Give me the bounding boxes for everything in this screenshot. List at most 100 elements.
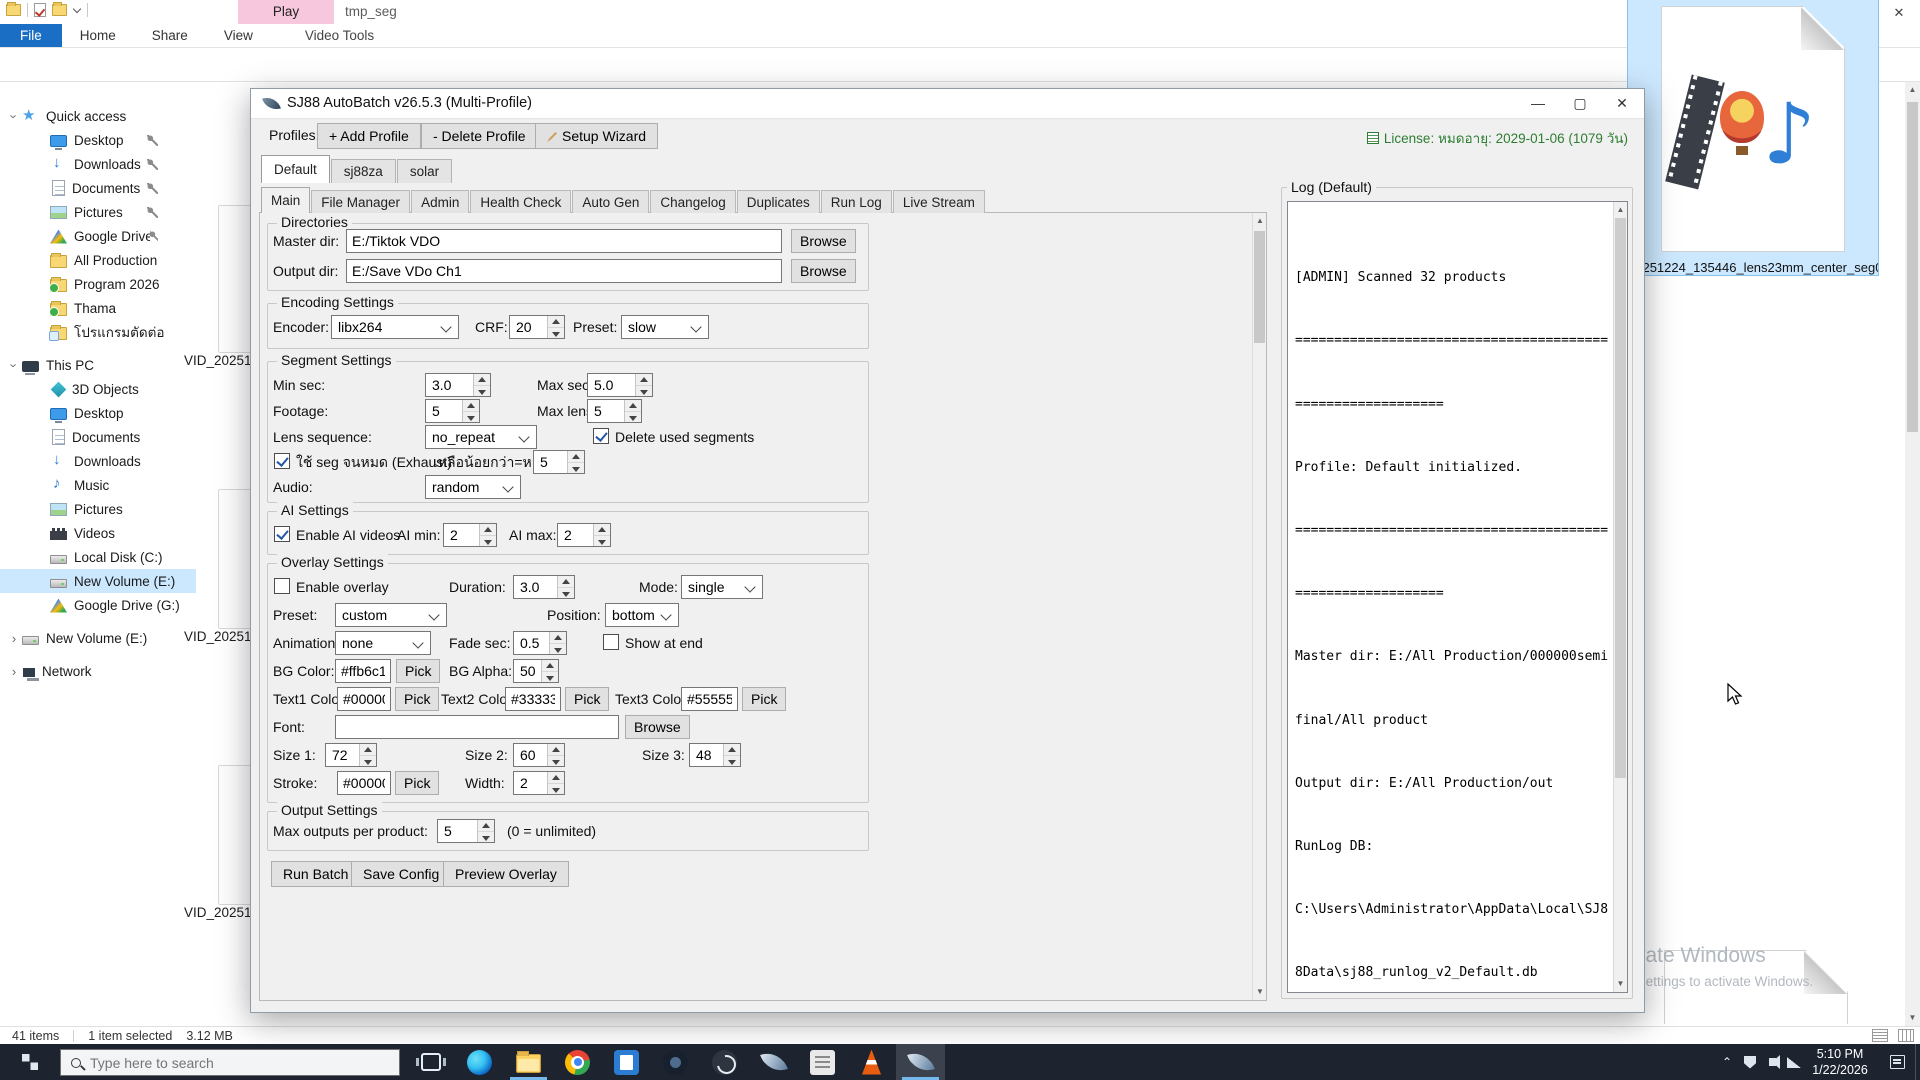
contextual-group-play[interactable]: Play (238, 0, 334, 24)
output-browse-button[interactable]: Browse (791, 259, 856, 283)
remain-spinner[interactable]: 5 (533, 450, 585, 474)
taskbar-app[interactable] (700, 1044, 749, 1080)
sidebar-item[interactable]: Documents (0, 176, 196, 200)
expand-chevron-icon[interactable]: › (6, 664, 22, 679)
audio-select[interactable]: random (425, 475, 521, 499)
preset-select[interactable]: slow (621, 315, 709, 339)
overlay-preset-select[interactable]: custom (335, 603, 447, 627)
text2-pick-button[interactable]: Pick (565, 687, 610, 711)
show-desktop-button[interactable] (1915, 1044, 1920, 1080)
dialog-minimize-button[interactable]: — (1517, 89, 1559, 118)
section-tab[interactable]: File Manager (311, 190, 411, 213)
tab-share[interactable]: Share (134, 24, 206, 47)
exhaust-checkbox[interactable] (274, 453, 290, 469)
enable-ai-checkbox[interactable] (274, 526, 290, 542)
volume-icon[interactable] (1761, 1044, 1783, 1080)
max-sec-spinner[interactable]: 5.0 (587, 373, 653, 397)
duration-spinner[interactable]: 3.0 (513, 575, 575, 599)
sidebar-item[interactable]: › Network (0, 659, 196, 683)
section-tab[interactable]: Main (261, 187, 311, 213)
qat-customize-icon[interactable] (73, 6, 81, 14)
text1-color-input[interactable] (337, 687, 391, 711)
run-batch-button[interactable]: Run Batch (271, 861, 361, 887)
section-tab[interactable]: Auto Gen (572, 190, 650, 213)
section-tab[interactable]: Health Check (470, 190, 572, 213)
text3-pick-button[interactable]: Pick (742, 687, 787, 711)
show-at-end-checkbox[interactable] (603, 634, 619, 650)
taskbar-search-input[interactable] (90, 1054, 370, 1071)
tab-view[interactable]: View (206, 24, 271, 47)
scroll-up-icon[interactable]: ▲ (1905, 82, 1920, 98)
footage-spinner[interactable]: 5 (425, 399, 480, 423)
profile-tab[interactable]: Default (261, 155, 330, 183)
scrollbar-thumb[interactable] (1254, 231, 1265, 343)
dialog-maximize-button[interactable]: ▢ (1559, 89, 1601, 118)
sidebar-item[interactable]: › Quick access (0, 104, 196, 128)
sidebar-item[interactable]: All Production (0, 248, 196, 272)
ai-max-spinner[interactable]: 2 (557, 523, 611, 547)
sidebar-item[interactable]: Downloads (0, 152, 196, 176)
taskbar-app[interactable] (455, 1044, 504, 1080)
sidebar-item[interactable]: Videos (0, 521, 196, 545)
sidebar-item[interactable]: Program 2026 (0, 272, 196, 296)
sidebar-item[interactable]: Pictures (0, 497, 196, 521)
master-dir-input[interactable] (346, 229, 782, 253)
animation-select[interactable]: none (335, 631, 431, 655)
min-sec-spinner[interactable]: 3.0 (425, 373, 491, 397)
taskbar-app[interactable] (749, 1044, 798, 1080)
text2-color-input[interactable] (505, 687, 561, 711)
font-input[interactable] (335, 715, 619, 739)
file-item[interactable]: ♪ 20251224_135446_lens23mm_center_seg000… (1627, 0, 1879, 276)
taskbar-app[interactable] (602, 1044, 651, 1080)
sidebar-item[interactable]: โปรแกรมตัดต่อ (0, 320, 196, 344)
position-select[interactable]: bottom (605, 603, 679, 627)
section-tab[interactable]: Admin (411, 190, 470, 213)
partial-thumbnail[interactable] (1664, 950, 1848, 1024)
tab-video-tools[interactable]: Video Tools (287, 24, 392, 47)
partial-thumbnail[interactable] (218, 489, 252, 629)
taskbar-app[interactable] (651, 1044, 700, 1080)
scrollbar-thumb[interactable] (1615, 218, 1626, 778)
file-label[interactable]: VID_202512 (184, 905, 250, 920)
profile-tab[interactable]: sj88za (330, 159, 396, 183)
save-config-button[interactable]: Save Config (351, 861, 452, 887)
partial-thumbnail[interactable] (218, 205, 252, 353)
sidebar-item[interactable]: New Volume (E:) (0, 569, 196, 593)
font-browse-button[interactable]: Browse (625, 715, 690, 739)
expand-chevron-icon[interactable]: › (7, 108, 22, 124)
output-dir-input[interactable] (346, 259, 782, 283)
size3-spinner[interactable]: 48 (689, 743, 741, 767)
sidebar-item[interactable]: Downloads (0, 449, 196, 473)
sidebar-item[interactable]: Thama (0, 296, 196, 320)
file-list-scrollbar[interactable]: ▲ ▼ (1905, 82, 1920, 1026)
text3-color-input[interactable] (681, 687, 738, 711)
expand-chevron-icon[interactable]: › (6, 631, 22, 646)
scroll-up-icon[interactable]: ▲ (1614, 202, 1627, 218)
section-tab[interactable]: Duplicates (736, 190, 820, 213)
mode-select[interactable]: single (681, 575, 763, 599)
scroll-down-icon[interactable]: ▼ (1905, 1010, 1920, 1026)
log-scrollbar[interactable]: ▲ ▼ (1613, 202, 1627, 992)
tray-chevron-icon[interactable]: ⌃ (1715, 1055, 1739, 1069)
ai-min-spinner[interactable]: 2 (443, 523, 497, 547)
qat-new-folder-icon[interactable] (52, 2, 67, 16)
sidebar-item[interactable]: Desktop (0, 128, 196, 152)
stroke-input[interactable] (337, 771, 391, 795)
sidebar-item[interactable]: Local Disk (C:) (0, 545, 196, 569)
sidebar-item[interactable]: Desktop (0, 401, 196, 425)
log-textarea[interactable]: [ADMIN] Scanned 32 products ============… (1287, 201, 1628, 993)
sidebar-item[interactable]: › This PC (0, 353, 196, 377)
master-browse-button[interactable]: Browse (791, 229, 856, 253)
scroll-up-icon[interactable]: ▲ (1253, 213, 1267, 229)
sidebar-item[interactable]: Google Drive (G:) (0, 593, 196, 617)
scroll-down-icon[interactable]: ▼ (1253, 984, 1267, 1000)
sidebar-item[interactable]: 3D Objects (0, 377, 196, 401)
clock[interactable]: 5:10 PM 1/22/2026 (1805, 1046, 1879, 1078)
dialog-close-button[interactable]: ✕ (1601, 89, 1643, 118)
section-tab[interactable]: Changelog (650, 190, 736, 213)
max-lens-spinner[interactable]: 5 (587, 399, 642, 423)
encoder-select[interactable]: libx264 (331, 315, 459, 339)
text1-pick-button[interactable]: Pick (395, 687, 440, 711)
enable-overlay-checkbox[interactable] (274, 578, 290, 594)
max-outputs-spinner[interactable]: 5 (437, 819, 495, 843)
